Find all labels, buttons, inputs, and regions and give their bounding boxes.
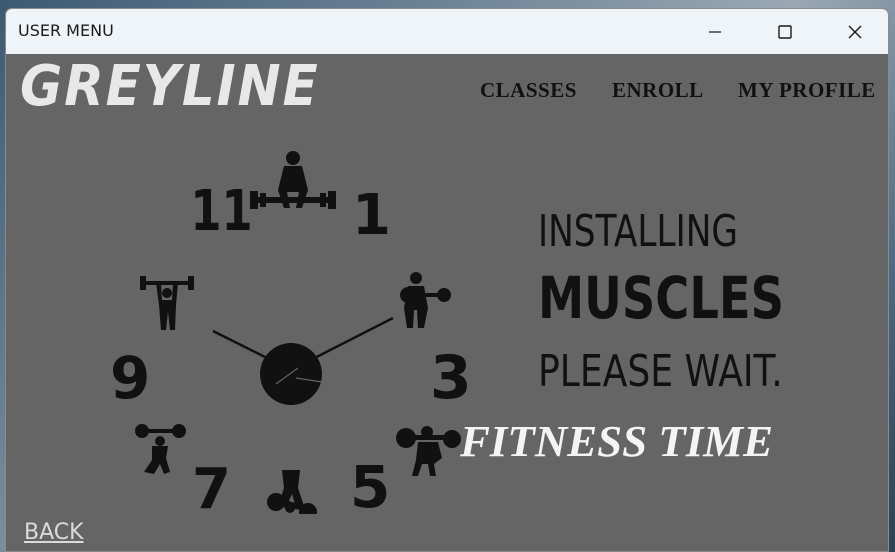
- slogan-line-installing: INSTALLING: [538, 206, 738, 257]
- lifter-bottom-icon: [267, 470, 317, 514]
- lifter-right-icon: [400, 272, 451, 328]
- lifter-top-icon: [250, 151, 336, 209]
- brand-logo: GREYLINE: [20, 54, 320, 119]
- nav-my-profile-link[interactable]: MY PROFILE: [738, 78, 876, 103]
- clock-hands: [212, 316, 394, 405]
- minimize-icon: [709, 30, 721, 33]
- slogan-line-please-wait: PLEASE WAIT.: [538, 346, 783, 397]
- lifter-overhead-left-icon: [140, 276, 194, 330]
- clock-numeral-3: 3: [430, 343, 472, 413]
- clock-numeral-1: 1: [352, 183, 391, 248]
- lifter-left-icon: [135, 424, 186, 474]
- minimize-button[interactable]: [680, 9, 750, 54]
- nav-classes-link[interactable]: CLASSES: [480, 78, 577, 103]
- clock-numeral-5: 5: [350, 453, 390, 514]
- slogan-line-muscles: MUSCLES: [538, 264, 785, 332]
- main-content: GREYLINE CLASSES ENROLL MY PROFILE 11 1 …: [6, 54, 888, 551]
- clock-numeral-9: 9: [110, 344, 150, 412]
- app-window: USER MENU GREYLINE CLASSES ENROLL MY PRO…: [5, 8, 889, 552]
- nav-enroll-link[interactable]: ENROLL: [612, 78, 704, 103]
- close-icon: [848, 25, 862, 38]
- back-link[interactable]: BACK: [24, 520, 84, 545]
- maximize-button[interactable]: [750, 9, 820, 54]
- close-button[interactable]: [820, 9, 888, 54]
- title-bar[interactable]: USER MENU: [6, 9, 888, 54]
- fitness-clock-image: 11 1 9 3 7 5: [110, 151, 472, 514]
- window-title: USER MENU: [18, 21, 114, 40]
- maximize-icon: [778, 24, 792, 39]
- clock-numeral-7: 7: [192, 457, 231, 514]
- fitness-time-tagline: FITNESS TIME: [460, 417, 774, 466]
- clock-numeral-11: 11: [190, 178, 252, 243]
- lifter-squat-right-icon: [396, 426, 461, 476]
